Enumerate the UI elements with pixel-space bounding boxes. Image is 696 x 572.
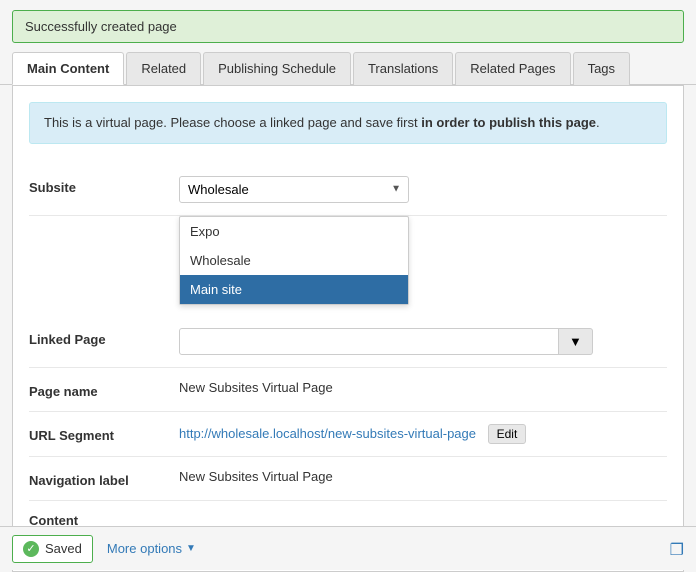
tab-related-pages[interactable]: Related Pages — [455, 52, 570, 85]
tab-tags[interactable]: Tags — [573, 52, 630, 85]
tab-publishing-schedule[interactable]: Publishing Schedule — [203, 52, 351, 85]
external-link-button[interactable]: ❐ — [670, 540, 684, 560]
linked-page-row: Linked Page ▼ — [29, 316, 667, 368]
tab-related[interactable]: Related — [126, 52, 201, 85]
success-banner: Successfully created page — [12, 10, 684, 43]
footer-bar: ✓ Saved More options ▼ ❐ — [0, 526, 696, 570]
dropdown-item-expo[interactable]: Expo — [180, 217, 408, 246]
linked-page-input[interactable] — [179, 328, 559, 355]
subsite-select[interactable]: Expo Wholesale Main site — [179, 176, 409, 203]
url-segment-row: URL Segment http://wholesale.localhost/n… — [29, 412, 667, 457]
page-name-label: Page name — [29, 380, 179, 399]
navigation-label-label: Navigation label — [29, 469, 179, 488]
linked-page-value: ▼ — [179, 328, 667, 355]
tab-main-content[interactable]: Main Content — [12, 52, 124, 85]
tabs-bar: Main Content Related Publishing Schedule… — [0, 51, 696, 85]
content-area: This is a virtual page. Please choose a … — [12, 85, 684, 572]
info-text-before: This is a virtual page. Please choose a … — [44, 115, 421, 130]
url-segment-label: URL Segment — [29, 424, 179, 443]
url-segment-value: http://wholesale.localhost/new-subsites-… — [179, 424, 667, 444]
page-name-row: Page name New Subsites Virtual Page — [29, 368, 667, 412]
subsite-row: Subsite Expo Wholesale Main site ▼ Expo … — [29, 164, 667, 216]
info-text-strong: in order to publish this page — [421, 115, 596, 130]
url-segment-link[interactable]: http://wholesale.localhost/new-subsites-… — [179, 426, 476, 441]
more-options-arrow-icon: ▼ — [186, 543, 196, 554]
more-options-label: More options — [107, 541, 182, 556]
saved-label: Saved — [45, 541, 82, 556]
navigation-label-row: Navigation label New Subsites Virtual Pa… — [29, 457, 667, 501]
page-name-value: New Subsites Virtual Page — [179, 380, 667, 395]
linked-page-label: Linked Page — [29, 328, 179, 347]
saved-check-icon: ✓ — [23, 541, 39, 557]
info-box: This is a virtual page. Please choose a … — [29, 102, 667, 144]
navigation-label-value: New Subsites Virtual Page — [179, 469, 667, 484]
subsite-dropdown-popup: Expo Wholesale Main site — [179, 216, 409, 305]
more-options-button[interactable]: More options ▼ — [107, 541, 196, 556]
subsite-label: Subsite — [29, 176, 179, 195]
tab-translations[interactable]: Translations — [353, 52, 453, 85]
subsite-dropdown-wrapper: Expo Wholesale Main site ▼ — [179, 176, 409, 203]
linked-page-wrapper: ▼ — [179, 328, 667, 355]
dropdown-item-main-site[interactable]: Main site — [180, 275, 408, 304]
saved-button[interactable]: ✓ Saved — [12, 535, 93, 563]
dropdown-item-wholesale[interactable]: Wholesale — [180, 246, 408, 275]
subsite-value: Expo Wholesale Main site ▼ Expo Wholesal… — [179, 176, 667, 203]
linked-page-dropdown-btn[interactable]: ▼ — [559, 328, 593, 355]
edit-url-button[interactable]: Edit — [488, 424, 527, 444]
info-text-after: . — [596, 115, 600, 130]
